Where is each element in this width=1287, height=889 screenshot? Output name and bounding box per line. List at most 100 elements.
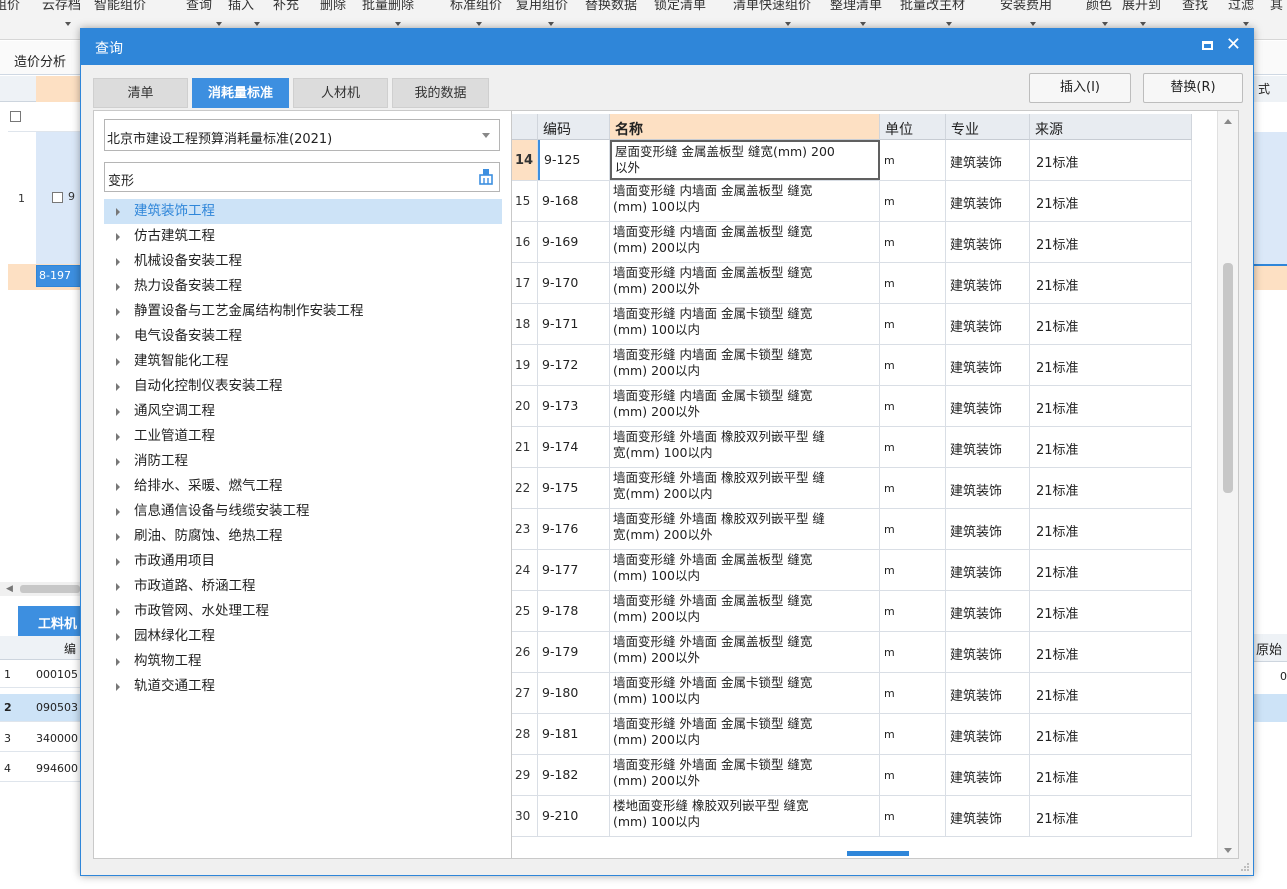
expand-arrow-icon[interactable] bbox=[116, 433, 120, 441]
row-unit[interactable]: m bbox=[880, 181, 946, 221]
tree-item[interactable]: 市政通用项目 bbox=[104, 549, 502, 574]
table-row[interactable]: 20 9-173 墙面变形缝 内墙面 金属卡锁型 缝宽 (mm) 200以外 m 建筑装饰… bbox=[512, 386, 1192, 427]
replace-button[interactable]: 替换(R) bbox=[1143, 73, 1243, 103]
tree-item[interactable]: 园林绿化工程 bbox=[104, 624, 502, 649]
row-unit[interactable]: m bbox=[880, 796, 946, 836]
collapse-icon[interactable] bbox=[52, 192, 63, 203]
tab-cost-analysis[interactable]: 造价分析 bbox=[14, 51, 66, 70]
tree-item[interactable]: 建筑智能化工程 bbox=[104, 349, 502, 374]
row-code[interactable]: 9-169 bbox=[538, 222, 610, 262]
tree-item[interactable]: 仿古建筑工程 bbox=[104, 224, 502, 249]
table-row[interactable]: 14 9-125 屋面变形缝 金属盖板型 缝宽(mm) 200 以外 m 建筑装饰 21标准 bbox=[512, 140, 1192, 181]
tab-consumption-standard[interactable]: 消耗量标准 bbox=[192, 78, 289, 108]
row-number[interactable]: 17 bbox=[512, 263, 538, 303]
toolbar-item-9[interactable]: 复用组价 bbox=[516, 0, 568, 13]
row-unit[interactable]: m bbox=[880, 427, 946, 467]
row-code[interactable]: 9-125 bbox=[538, 140, 610, 180]
row-number[interactable]: 20 bbox=[512, 386, 538, 426]
table-row[interactable]: 30 9-210 楼地面变形缝 橡胶双列嵌平型 缝宽 (mm) 100以内 m 建筑装饰 2… bbox=[512, 796, 1192, 837]
tree-item[interactable]: 热力设备安装工程 bbox=[104, 274, 502, 299]
tree-item[interactable]: 消防工程 bbox=[104, 449, 502, 474]
row-name[interactable]: 墙面变形缝 外墙面 金属卡锁型 缝宽 (mm) 200以外 bbox=[610, 755, 880, 795]
row-unit[interactable]: m bbox=[880, 755, 946, 795]
table-row[interactable]: 26 9-179 墙面变形缝 外墙面 金属盖板型 缝宽 (mm) 200以外 m 建筑装饰… bbox=[512, 632, 1192, 673]
expand-arrow-icon[interactable] bbox=[116, 233, 120, 241]
tab-bill[interactable]: 清单 bbox=[93, 78, 188, 108]
toolbar-item-1[interactable]: 云存档 bbox=[42, 0, 81, 13]
search-input[interactable]: 变形 bbox=[104, 162, 500, 192]
row-code[interactable]: 9-210 bbox=[538, 796, 610, 836]
row-code[interactable]: 9-181 bbox=[538, 714, 610, 754]
row-code[interactable]: 9-170 bbox=[538, 263, 610, 303]
row-number[interactable]: 29 bbox=[512, 755, 538, 795]
row-code[interactable]: 9-175 bbox=[538, 468, 610, 508]
row-number[interactable]: 24 bbox=[512, 550, 538, 590]
row-unit[interactable]: m bbox=[880, 222, 946, 262]
row-code[interactable]: 9-174 bbox=[538, 427, 610, 467]
row-name[interactable]: 楼地面变形缝 橡胶双列嵌平型 缝宽 (mm) 100以内 bbox=[610, 796, 880, 836]
collapse-icon[interactable] bbox=[10, 111, 21, 122]
scroll-down-icon[interactable] bbox=[1224, 848, 1232, 853]
row-code[interactable]: 9-179 bbox=[538, 632, 610, 672]
row-number[interactable]: 26 bbox=[512, 632, 538, 672]
row-specialty[interactable]: 建筑装饰 bbox=[946, 140, 1030, 180]
row-specialty[interactable]: 建筑装饰 bbox=[946, 386, 1030, 426]
row-source[interactable]: 21标准 bbox=[1030, 181, 1192, 221]
row-specialty[interactable]: 建筑装饰 bbox=[946, 345, 1030, 385]
row-code[interactable]: 9-172 bbox=[538, 345, 610, 385]
row-specialty[interactable]: 建筑装饰 bbox=[946, 263, 1030, 303]
table-row[interactable]: 22 9-175 墙面变形缝 外墙面 橡胶双列嵌平型 缝宽(mm) 200以内 m 建筑… bbox=[512, 468, 1192, 509]
expand-arrow-icon[interactable] bbox=[116, 658, 120, 666]
column-header-name[interactable]: 名称 bbox=[610, 114, 880, 140]
tree-item[interactable]: 轨道交通工程 bbox=[104, 674, 502, 699]
row-source[interactable]: 21标准 bbox=[1030, 509, 1192, 549]
toolbar-item-16[interactable]: 颜色 bbox=[1086, 0, 1112, 13]
row-specialty[interactable]: 建筑装饰 bbox=[946, 509, 1030, 549]
row-specialty[interactable]: 建筑装饰 bbox=[946, 673, 1030, 713]
resize-grip-icon[interactable] bbox=[1240, 862, 1250, 872]
row-code[interactable]: 9-177 bbox=[538, 550, 610, 590]
expand-arrow-icon[interactable] bbox=[116, 308, 120, 316]
expand-arrow-icon[interactable] bbox=[116, 483, 120, 491]
table-row[interactable]: 2 090503 bbox=[0, 694, 82, 722]
row-unit[interactable]: m bbox=[880, 591, 946, 631]
expand-arrow-icon[interactable] bbox=[116, 258, 120, 266]
row-name[interactable]: 墙面变形缝 内墙面 金属盖板型 缝宽 (mm) 200以内 bbox=[610, 222, 880, 262]
row-source[interactable]: 21标准 bbox=[1030, 304, 1192, 344]
table-row[interactable]: 23 9-176 墙面变形缝 外墙面 橡胶双列嵌平型 缝宽(mm) 200以外 m 建筑… bbox=[512, 509, 1192, 550]
table-row[interactable]: 15 9-168 墙面变形缝 内墙面 金属盖板型 缝宽 (mm) 100以内 m 建筑装饰… bbox=[512, 181, 1192, 222]
toolbar-item-7[interactable]: 批量删除 bbox=[362, 0, 414, 13]
row-name[interactable]: 墙面变形缝 外墙面 金属盖板型 缝宽 (mm) 200以内 bbox=[610, 591, 880, 631]
row-specialty[interactable]: 建筑装饰 bbox=[946, 304, 1030, 344]
expand-arrow-icon[interactable] bbox=[116, 383, 120, 391]
row-name[interactable]: 墙面变形缝 内墙面 金属卡锁型 缝宽 (mm) 200以内 bbox=[610, 345, 880, 385]
row-source[interactable]: 21标准 bbox=[1030, 796, 1192, 836]
toolbar-item-14[interactable]: 批量改主材 bbox=[900, 0, 965, 13]
row-code[interactable]: 9-182 bbox=[538, 755, 610, 795]
row-unit[interactable]: m bbox=[880, 345, 946, 385]
expand-arrow-icon[interactable] bbox=[116, 208, 120, 216]
expand-arrow-icon[interactable] bbox=[116, 558, 120, 566]
row-number[interactable]: 18 bbox=[512, 304, 538, 344]
table-row[interactable]: 27 9-180 墙面变形缝 外墙面 金属卡锁型 缝宽 (mm) 100以内 m 建筑装饰… bbox=[512, 673, 1192, 714]
row-code[interactable]: 9-173 bbox=[538, 386, 610, 426]
table-row[interactable]: 25 9-178 墙面变形缝 外墙面 金属盖板型 缝宽 (mm) 200以内 m 建筑装饰… bbox=[512, 591, 1192, 632]
row-unit[interactable]: m bbox=[880, 386, 946, 426]
row-specialty[interactable]: 建筑装饰 bbox=[946, 591, 1030, 631]
row-source[interactable]: 21标准 bbox=[1030, 222, 1192, 262]
toolbar-item-6[interactable]: 删除 bbox=[320, 0, 346, 13]
table-row[interactable]: 1 000105 bbox=[0, 662, 82, 688]
expand-arrow-icon[interactable] bbox=[116, 358, 120, 366]
row-name[interactable]: 墙面变形缝 外墙面 橡胶双列嵌平型 缝宽(mm) 200以外 bbox=[610, 509, 880, 549]
row-name[interactable]: 墙面变形缝 外墙面 金属盖板型 缝宽 (mm) 100以内 bbox=[610, 550, 880, 590]
row-number[interactable]: 14 bbox=[512, 140, 538, 180]
tree-item[interactable]: 通风空调工程 bbox=[104, 399, 502, 424]
dialog-titlebar[interactable]: 查询 ✕ bbox=[81, 29, 1253, 65]
splitter-handle[interactable] bbox=[847, 851, 909, 856]
table-row[interactable]: 4 994600 bbox=[0, 756, 82, 782]
row-name[interactable]: 墙面变形缝 外墙面 金属卡锁型 缝宽 (mm) 200以内 bbox=[610, 714, 880, 754]
row-code[interactable]: 9-171 bbox=[538, 304, 610, 344]
row-name[interactable]: 墙面变形缝 外墙面 橡胶双列嵌平型 缝宽(mm) 100以内 bbox=[610, 427, 880, 467]
toolbar-item-11[interactable]: 锁定清单 bbox=[654, 0, 706, 13]
row-source[interactable]: 21标准 bbox=[1030, 755, 1192, 795]
